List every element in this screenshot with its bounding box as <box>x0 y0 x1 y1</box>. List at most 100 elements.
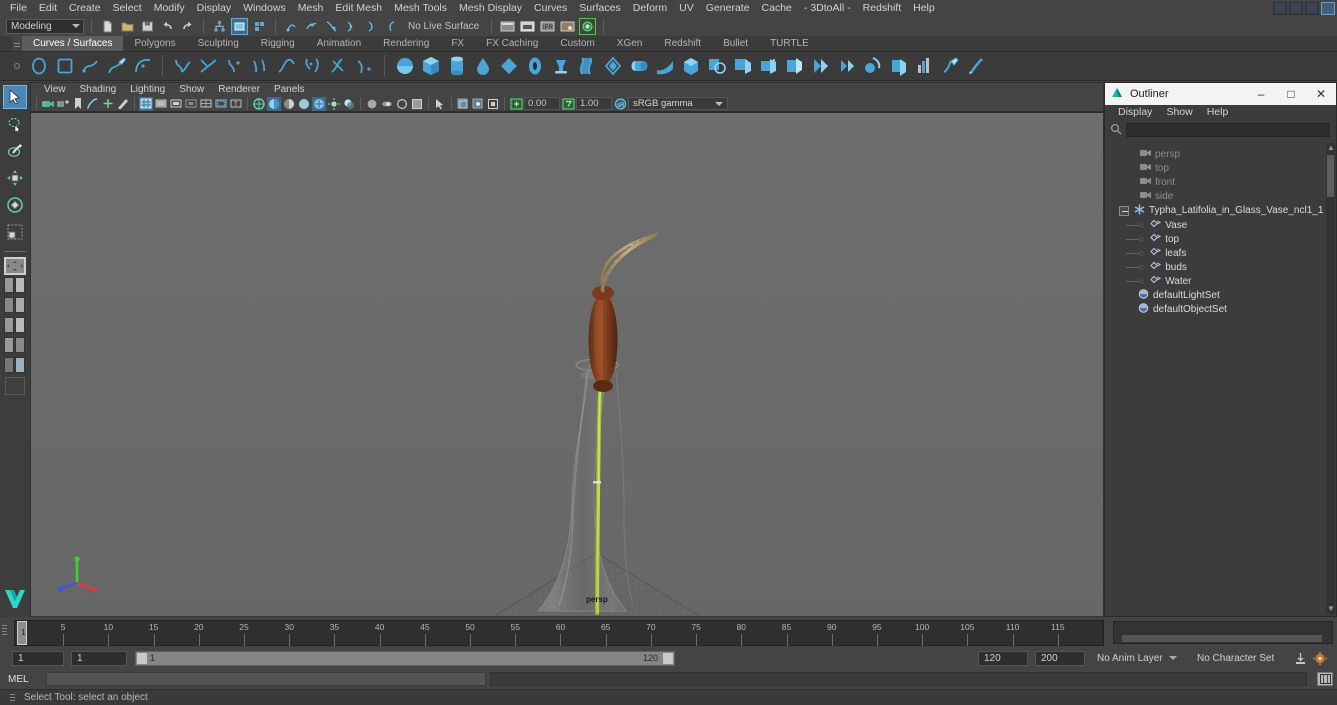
shaded-textured-icon[interactable] <box>312 96 326 111</box>
menu-cache[interactable]: Cache <box>756 0 798 16</box>
xray-joints-icon[interactable] <box>471 97 485 111</box>
menu-help[interactable]: Help <box>907 0 941 16</box>
select-by-component-icon[interactable] <box>251 18 268 35</box>
pencil-curve-icon[interactable] <box>104 54 129 79</box>
shelf-tab-fx-caching[interactable]: FX Caching <box>475 36 550 51</box>
two-d-pan-zoom-icon[interactable] <box>101 97 115 111</box>
nurbs-torus-icon[interactable] <box>522 54 547 79</box>
safe-action-icon[interactable] <box>214 97 228 111</box>
curve-detach-icon[interactable] <box>274 54 299 79</box>
blank-layout-button[interactable] <box>5 377 25 395</box>
shelf-tab-fx[interactable]: FX <box>440 36 476 51</box>
planar-icon[interactable] <box>600 54 625 79</box>
gate-mask-icon[interactable] <box>184 97 198 111</box>
gamma-value-field[interactable]: 1.00 <box>576 97 612 110</box>
grid-icon[interactable] <box>139 96 153 111</box>
four-pane-layout-button[interactable] <box>4 297 26 315</box>
outliner-item-default-object-set[interactable]: defaultObjectSet <box>1109 302 1326 316</box>
xray-active-components-icon[interactable] <box>486 97 500 111</box>
persp-outliner-layout-button[interactable] <box>4 317 26 335</box>
shelf-tab-redshift[interactable]: Redshift <box>653 36 713 51</box>
xray-icon[interactable] <box>456 97 470 111</box>
shelf-tab-polygons[interactable]: Polygons <box>123 36 187 51</box>
outliner-item-front-camera[interactable]: front <box>1109 175 1326 189</box>
outliner-item-water[interactable]: ──○ Water <box>1109 274 1326 288</box>
menu-edit[interactable]: Edit <box>33 0 63 16</box>
snap-to-projected-center-icon[interactable] <box>343 18 360 35</box>
shelf-tab-custom[interactable]: Custom <box>549 36 606 51</box>
expander-collapse-icon[interactable] <box>1119 205 1129 216</box>
snap-to-curve-icon[interactable] <box>303 18 320 35</box>
safe-title-icon[interactable]: T <box>229 97 243 111</box>
sculpt-geometry-icon[interactable] <box>912 54 937 79</box>
shelf-grip-handle[interactable] <box>12 36 22 51</box>
menu-edit-mesh[interactable]: Edit Mesh <box>329 0 388 16</box>
persp-graph-layout-button[interactable] <box>4 337 26 355</box>
animation-preferences-icon[interactable] <box>1309 651 1331 665</box>
command-input[interactable] <box>46 672 486 686</box>
menu-mesh-display[interactable]: Mesh Display <box>453 0 528 16</box>
menu-curves[interactable]: Curves <box>528 0 573 16</box>
bookmark-icon[interactable] <box>71 97 85 111</box>
nurbs-square-icon[interactable] <box>52 54 77 79</box>
exposure-icon[interactable] <box>509 97 523 111</box>
color-management-combo[interactable]: sRGB gamma <box>628 97 728 110</box>
boundary-icon[interactable] <box>678 54 703 79</box>
modeling-toolkit-toggle-icon[interactable] <box>1321 1 1335 15</box>
scale-tool[interactable] <box>3 220 27 244</box>
script-editor-icon[interactable] <box>1317 672 1333 686</box>
menu-file[interactable]: File <box>4 0 33 16</box>
surface-fillet-icon[interactable] <box>860 54 885 79</box>
help-line-grip[interactable] <box>10 694 18 701</box>
scroll-up-arrow-icon[interactable]: ▲ <box>1327 143 1335 153</box>
anim-start-field[interactable]: 1 <box>71 650 127 666</box>
nurbs-circle-icon[interactable] <box>26 54 51 79</box>
render-settings-icon[interactable] <box>559 18 576 35</box>
outliner-item-persp[interactable]: persp <box>1109 147 1326 161</box>
isolate-select-icon[interactable] <box>433 97 447 111</box>
snap-to-view-plane-icon[interactable] <box>363 18 380 35</box>
attribute-editor-toggle-icon[interactable] <box>1289 1 1303 15</box>
outliner-tree[interactable]: persp top front side Typha_Latifolia_in_… <box>1109 143 1326 612</box>
make-live-icon[interactable] <box>383 18 400 35</box>
shelf-tab-rendering[interactable]: Rendering <box>372 36 441 51</box>
outliner-search-input[interactable] <box>1126 123 1330 137</box>
outliner-title-bar[interactable]: Outliner – □ ✕ <box>1105 83 1336 105</box>
open-scene-icon[interactable] <box>119 18 136 35</box>
use-all-lights-icon[interactable] <box>327 97 341 111</box>
outliner-item-side-camera[interactable]: side <box>1109 189 1326 203</box>
select-tool[interactable] <box>3 85 27 109</box>
select-by-hierarchy-icon[interactable] <box>211 18 228 35</box>
auto-keyframe-icon[interactable] <box>1291 652 1309 665</box>
nurbs-plane-icon[interactable] <box>496 54 521 79</box>
anim-layer-combo[interactable]: No Anim Layer <box>1093 650 1193 666</box>
menu-surfaces[interactable]: Surfaces <box>573 0 626 16</box>
grease-pencil-icon[interactable] <box>116 97 130 111</box>
revolve-icon[interactable] <box>548 54 573 79</box>
surface-untrim-icon[interactable] <box>834 54 859 79</box>
search-icon[interactable] <box>1110 123 1122 138</box>
outliner-item-default-light-set[interactable]: defaultLightSet <box>1109 288 1326 302</box>
playback-end-field[interactable]: 120 <box>978 650 1028 666</box>
gamma-icon[interactable] <box>561 97 575 111</box>
cv-curve-icon[interactable] <box>170 54 195 79</box>
outliner-item-leafs[interactable]: ──○ leafs <box>1109 246 1326 260</box>
menu-select[interactable]: Select <box>107 0 148 16</box>
hypershade-icon[interactable] <box>579 17 597 35</box>
undo-icon[interactable] <box>159 18 176 35</box>
menu-display[interactable]: Display <box>191 0 237 16</box>
resolution-gate-icon[interactable] <box>169 97 183 111</box>
viewport-menu-lighting[interactable]: Lighting <box>123 83 172 96</box>
menu-deform[interactable]: Deform <box>627 0 673 16</box>
curve-fillet-icon[interactable] <box>352 54 377 79</box>
outliner-item-typha-group[interactable]: Typha_Latifolia_in_Glass_Vase_ncl1_1 <box>1109 203 1326 218</box>
paint-select-tool[interactable] <box>3 139 27 163</box>
shelf-tab-curves-surfaces[interactable]: Curves / Surfaces <box>22 36 124 51</box>
render-view-icon[interactable] <box>499 18 516 35</box>
shaded-wireframe-icon[interactable] <box>282 97 296 111</box>
new-scene-icon[interactable] <box>99 18 116 35</box>
menu-mesh-tools[interactable]: Mesh Tools <box>388 0 453 16</box>
workspace-icon[interactable] <box>1273 1 1287 15</box>
horizontal-scrollbar[interactable] <box>1122 635 1322 642</box>
move-tool[interactable] <box>3 166 27 190</box>
